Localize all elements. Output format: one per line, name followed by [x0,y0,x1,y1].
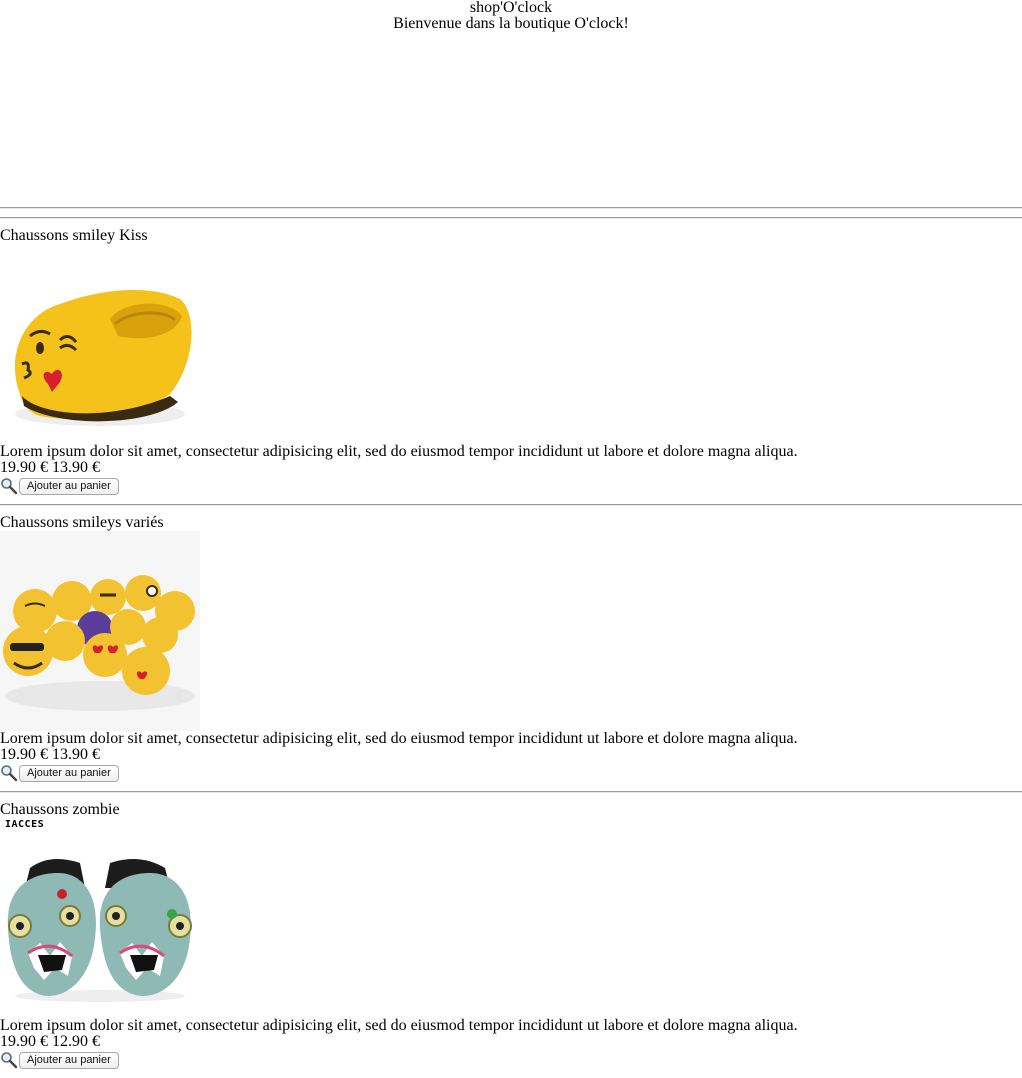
product-description: Lorem ipsum dolor sit amet, consectetur … [0,730,798,747]
divider [0,207,1022,209]
product-actions: Ajouter au panier [0,1050,1022,1070]
product-card: Chaussons smileys variés Lorem ipsum dol… [0,515,1022,783]
old-price: 19.90 € [0,459,48,476]
add-to-cart-button[interactable]: Ajouter au panier [19,764,119,782]
site-title: shop'O'clock [469,0,553,16]
divider [0,217,1022,219]
product-card: Chaussons smiley Kiss Lorem ipsum dolor … [0,228,1022,496]
old-price: 19.90 € [0,1033,48,1050]
product-prices: 19.90 €13.90 € [0,747,1022,763]
add-to-cart-button[interactable]: Ajouter au panier [19,477,119,495]
product-divider [0,791,1022,793]
emoji-kiss-slipper-icon [14,289,192,426]
product-image[interactable] [0,531,200,731]
emoji-slippers-group-icon [0,531,200,731]
product-actions: Ajouter au panier [0,476,1022,496]
image-caption: IACCES [5,819,45,830]
site-header: shop'O'clock Bienvenue dans la boutique … [0,0,1022,200]
product-name: Chaussons zombie [0,801,120,818]
add-to-cart-button[interactable]: Ajouter au panier [19,1051,119,1069]
product-card: Chaussons zombie IACCES Lorem ipsum dolo… [0,802,1022,1070]
product-actions: Ajouter au panier [0,763,1022,783]
zombie-slippers-icon [7,859,192,1002]
product-description: Lorem ipsum dolor sit amet, consectetur … [0,443,798,460]
magnifier-icon[interactable] [0,764,18,782]
product-prices: 19.90 €12.90 € [0,1034,1022,1050]
magnifier-icon[interactable] [0,1051,18,1069]
current-price: 12.90 € [52,1033,100,1050]
product-divider [0,504,1022,506]
product-image[interactable]: IACCES [0,818,200,1018]
product-name: Chaussons smileys variés [0,514,164,531]
product-prices: 19.90 €13.90 € [0,460,1022,476]
magnifier-icon[interactable] [0,477,18,495]
old-price: 19.90 € [0,746,48,763]
product-image[interactable] [0,244,200,444]
welcome-message: Bienvenue dans la boutique O'clock! [393,15,629,32]
product-description: Lorem ipsum dolor sit amet, consectetur … [0,1017,798,1034]
page: shop'O'clock Bienvenue dans la boutique … [0,0,1022,1078]
product-name: Chaussons smiley Kiss [0,227,148,244]
current-price: 13.90 € [52,746,100,763]
current-price: 13.90 € [52,459,100,476]
